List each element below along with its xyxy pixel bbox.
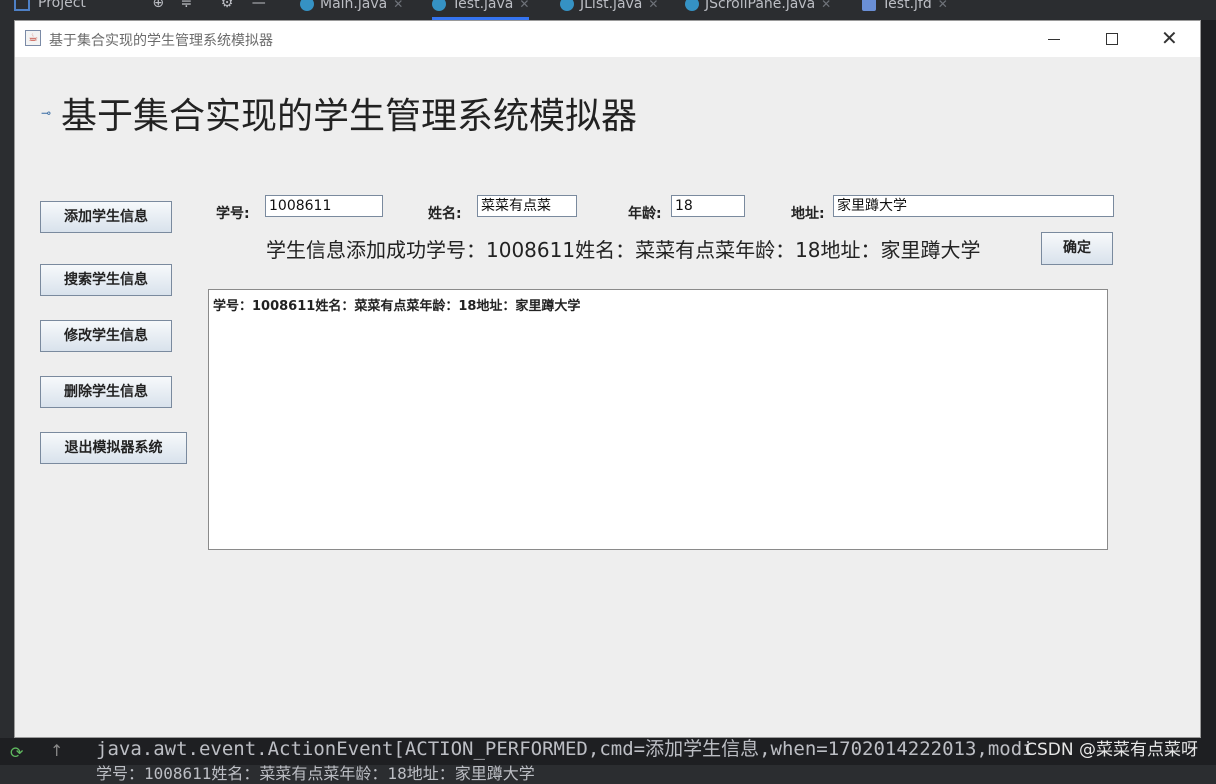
- student-name-label: 姓名:: [428, 206, 462, 222]
- collapse-icon[interactable]: ≑: [181, 0, 193, 11]
- close-icon: ✕: [1161, 26, 1178, 50]
- ide-tab-main-java[interactable]: Main.java ✕: [300, 0, 403, 17]
- close-button[interactable]: ✕: [1147, 23, 1193, 55]
- ide-tab-jscrollpane-java[interactable]: JScrollPane.java ✕: [685, 0, 831, 17]
- confirm-button[interactable]: 确定: [1041, 232, 1113, 265]
- student-manager-window: ☕ 基于集合实现的学生管理系统模拟器 ✕ ⊸ 基于集合实现的学生管理系统模拟器 …: [14, 20, 1201, 738]
- search-student-button[interactable]: 搜索学生信息: [40, 264, 172, 296]
- close-tab-icon[interactable]: ✕: [821, 0, 831, 11]
- close-tab-icon[interactable]: ✕: [648, 0, 658, 11]
- student-address-label: 地址:: [791, 206, 825, 222]
- maximize-icon: [1106, 33, 1118, 45]
- gear-icon[interactable]: ⚙: [221, 0, 234, 11]
- ide-left-gutter: [0, 20, 14, 740]
- output-line: 学号：1008611姓名：菜菜有点菜年龄：18地址：家里蹲大学: [213, 299, 581, 314]
- ide-tab-test-jfd[interactable]: Test.jfd ✕: [862, 0, 948, 17]
- java-class-icon: [560, 0, 574, 11]
- exit-system-button[interactable]: 退出模拟器系统: [40, 432, 187, 464]
- close-tab-icon[interactable]: ✕: [519, 0, 529, 11]
- delete-student-button[interactable]: 删除学生信息: [40, 376, 172, 408]
- java-class-icon: [432, 0, 446, 11]
- student-age-label: 年龄:: [628, 206, 662, 222]
- watermark: CSDN @菜菜有点菜呀: [1025, 740, 1198, 760]
- student-id-label: 学号:: [216, 206, 250, 222]
- maximize-button[interactable]: [1088, 23, 1134, 55]
- form-file-icon: [862, 0, 876, 11]
- status-message: 学生信息添加成功学号：1008611姓名：菜菜有点菜年龄：18地址：家里蹲大学: [266, 238, 981, 262]
- ide-console: ⟳ ↑ java.awt.event.ActionEvent[ACTION_PE…: [0, 738, 1216, 783]
- ide-right-gutter: [1201, 20, 1216, 740]
- minimize-button[interactable]: [1031, 23, 1077, 55]
- rerun-icon[interactable]: ⟳: [10, 743, 28, 762]
- ide-project-tool[interactable]: Project ⊕ ≑ ⚙ —: [14, 0, 266, 11]
- ide-tab-jlist-java[interactable]: JList.java ✕: [560, 0, 658, 17]
- ide-tab-test-java[interactable]: Test.java ✕: [432, 0, 530, 20]
- ide-tab-bar: Project ⊕ ≑ ⚙ — Main.java ✕ Test.java ✕ JL…: [0, 0, 1216, 20]
- minimize-icon: [1048, 39, 1060, 40]
- console-line: 学号：1008611姓名：菜菜有点菜年龄：18地址：家里蹲大学: [96, 764, 535, 783]
- add-icon[interactable]: ⊕: [152, 0, 164, 11]
- student-name-field[interactable]: 菜菜有点菜: [477, 195, 577, 217]
- window-title: 基于集合实现的学生管理系统模拟器: [49, 33, 273, 49]
- project-icon: [14, 0, 30, 11]
- key-icon: ⊸: [41, 106, 52, 120]
- console-line: java.awt.event.ActionEvent[ACTION_PERFOR…: [96, 738, 1034, 760]
- output-text-area[interactable]: 学号：1008611姓名：菜菜有点菜年龄：18地址：家里蹲大学: [208, 289, 1108, 550]
- student-age-field[interactable]: 18: [671, 195, 745, 217]
- student-address-field[interactable]: 家里蹲大学: [833, 195, 1114, 217]
- title-bar[interactable]: ☕ 基于集合实现的学生管理系统模拟器 ✕: [15, 21, 1200, 57]
- close-tab-icon[interactable]: ✕: [938, 0, 948, 11]
- close-tab-icon[interactable]: ✕: [393, 0, 403, 11]
- scroll-up-icon[interactable]: ↑: [50, 741, 63, 760]
- page-title: 基于集合实现的学生管理系统模拟器: [61, 96, 638, 137]
- java-class-icon: [300, 0, 314, 11]
- java-class-icon: [685, 0, 699, 11]
- modify-student-button[interactable]: 修改学生信息: [40, 320, 172, 352]
- minimize-panel-icon[interactable]: —: [252, 0, 266, 11]
- student-id-field[interactable]: 1008611: [265, 195, 383, 217]
- java-app-icon: ☕: [25, 30, 41, 46]
- add-student-button[interactable]: 添加学生信息: [40, 201, 172, 233]
